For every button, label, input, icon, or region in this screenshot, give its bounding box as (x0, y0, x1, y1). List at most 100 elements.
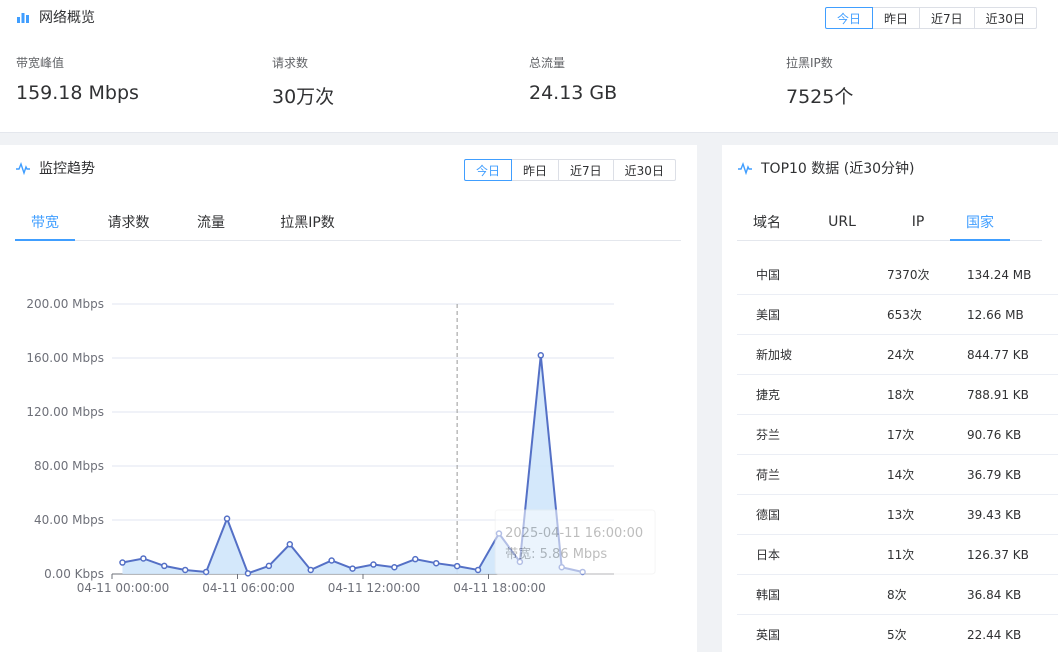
y-tick-label: 200.00 Mbps (26, 297, 104, 311)
data-point (474, 566, 482, 574)
request-count: 8次 (887, 588, 907, 602)
data-point (265, 562, 273, 570)
stat-blocked-ips: 拉黑IP数 7525个 (786, 56, 854, 108)
x-tick-label: 04-11 06:00:00 (202, 581, 295, 595)
country-name: 美国 (756, 308, 781, 322)
data-point (286, 541, 294, 548)
top10-tab-0[interactable]: 域名 (737, 203, 797, 240)
top10-row[interactable]: 英国 5次 22.44 KB (737, 615, 1058, 652)
data-point (244, 570, 252, 577)
monitor-range-button-3[interactable]: 近30日 (612, 159, 676, 181)
data-point (161, 562, 168, 570)
country-name: 英国 (756, 628, 781, 642)
traffic-size: 22.44 KB (967, 627, 1022, 642)
data-point (432, 559, 440, 567)
traffic-size: 788.91 KB (967, 387, 1029, 402)
data-point (140, 555, 147, 562)
top10-row[interactable]: 荷兰 14次 36.79 KB (737, 455, 1058, 495)
request-count: 7370次 (887, 268, 930, 282)
country-name: 荷兰 (756, 468, 781, 482)
data-point (307, 566, 314, 574)
stat-requests: 请求数 30万次 (272, 56, 335, 108)
stat-bandwidth-peak: 带宽峰值 159.18 Mbps (16, 56, 139, 104)
data-point (370, 561, 377, 568)
overview-range-button-0[interactable]: 今日 (825, 7, 874, 29)
monitor-range-button-2[interactable]: 近7日 (558, 159, 614, 181)
overview-range-button-1[interactable]: 昨日 (872, 7, 921, 29)
x-axis-ticks: 04-11 00:00:00 04-11 06:00:00 04-11 12:00:… (77, 574, 546, 595)
traffic-size: 844.77 KB (967, 347, 1029, 362)
overview-range-button-2[interactable]: 近7日 (919, 7, 975, 29)
data-point (328, 557, 335, 564)
monitor-tab-0[interactable]: 带宽 (15, 203, 75, 241)
tooltip-value: 带宽: 5.86 Mbps (505, 546, 607, 562)
monitor-title-text: 监控趋势 (39, 161, 95, 177)
data-point (202, 568, 210, 576)
traffic-size: 134.24 MB (967, 267, 1032, 282)
traffic-size: 12.66 MB (967, 307, 1024, 322)
top10-tabs: 域名 URL IP 国家 (737, 203, 1042, 241)
traffic-size: 90.76 KB (967, 427, 1022, 442)
data-point (453, 562, 461, 570)
data-point (181, 566, 189, 574)
monitor-range-group: 今日 昨日 近7日 近30日 (464, 159, 676, 181)
monitor-range-button-1[interactable]: 昨日 (511, 159, 560, 181)
monitor-tabs: 带宽 请求数 流量 拉黑IP数 (15, 203, 681, 241)
monitor-tab-2[interactable]: 流量 (182, 203, 240, 240)
data-point (412, 555, 419, 563)
top10-title-text: TOP10 数据 (近30分钟) (761, 161, 915, 177)
request-count: 11次 (887, 548, 915, 562)
top10-row[interactable]: 新加坡 24次 844.77 KB (737, 335, 1058, 375)
overview-title: 网络概览 (16, 7, 95, 27)
data-point (391, 564, 398, 571)
top10-row[interactable]: 中国 7370次 134.24 MB (737, 255, 1058, 295)
country-name: 中国 (756, 268, 781, 282)
traffic-size: 36.79 KB (967, 467, 1022, 482)
y-tick-label: 120.00 Mbps (26, 405, 104, 419)
top10-row[interactable]: 美国 653次 12.66 MB (737, 295, 1058, 335)
request-count: 653次 (887, 308, 922, 322)
x-tick-label: 04-11 18:00:00 (453, 581, 546, 595)
request-count: 13次 (887, 508, 915, 522)
top10-row[interactable]: 德国 13次 39.43 KB (737, 495, 1058, 535)
top10-tab-2[interactable]: IP (887, 203, 949, 240)
traffic-size: 126.37 KB (967, 547, 1029, 562)
chart-tooltip: 2025-04-11 16:00:00 带宽: 5.86 Mbps (494, 509, 656, 575)
y-axis-ticks: 0.00 Kbps 40.00 Mbps 80.00 Mbps 120.00 Mbps… (26, 297, 104, 581)
monitor-title: 监控趋势 (16, 158, 95, 178)
stat-traffic: 总流量 24.13 GB (529, 56, 618, 104)
top10-row[interactable]: 日本 11次 126.37 KB (737, 535, 1058, 575)
top10-row[interactable]: 韩国 8次 36.84 KB (737, 575, 1058, 615)
request-count: 5次 (887, 628, 907, 642)
country-name: 芬兰 (756, 428, 781, 442)
monitor-tab-3[interactable]: 拉黑IP数 (240, 203, 375, 240)
y-tick-label: 80.00 Mbps (34, 459, 104, 473)
data-point (349, 565, 356, 572)
data-point (537, 352, 545, 359)
top10-tab-3[interactable]: 国家 (950, 203, 1010, 241)
request-count: 17次 (887, 428, 915, 442)
overview-card: 网络概览 今日 昨日 近7日 近30日 带宽峰值 159.18 Mbps 请求数 30… (0, 0, 1058, 133)
traffic-size: 36.84 KB (967, 587, 1022, 602)
bandwidth-chart[interactable]: 0.00 Kbps 40.00 Mbps 80.00 Mbps 120.00 Mbps… (0, 260, 697, 600)
request-count: 14次 (887, 468, 915, 482)
request-count: 18次 (887, 388, 915, 402)
x-tick-label: 04-11 00:00:00 (77, 581, 170, 595)
pulse-icon (738, 161, 752, 175)
top10-list: 中国 7370次 134.24 MB 美国 653次 12.66 MB 新加坡 24次 844.… (737, 255, 1058, 652)
overview-range-button-3[interactable]: 近30日 (973, 7, 1037, 29)
y-tick-label: 160.00 Mbps (26, 351, 104, 365)
monitor-tab-1[interactable]: 请求数 (75, 203, 182, 240)
top10-tab-1[interactable]: URL (797, 203, 887, 240)
y-tick-label: 40.00 Mbps (34, 513, 104, 527)
country-name: 韩国 (756, 588, 781, 602)
x-tick-label: 04-11 12:00:00 (328, 581, 421, 595)
bar-chart-icon (17, 13, 29, 23)
monitor-range-button-0[interactable]: 今日 (464, 159, 513, 181)
data-point (119, 559, 126, 566)
country-name: 德国 (756, 508, 781, 522)
top10-row[interactable]: 捷克 18次 788.91 KB (737, 375, 1058, 415)
top10-row[interactable]: 芬兰 17次 90.76 KB (737, 415, 1058, 455)
country-name: 日本 (756, 548, 781, 562)
overview-title-text: 网络概览 (39, 10, 95, 26)
